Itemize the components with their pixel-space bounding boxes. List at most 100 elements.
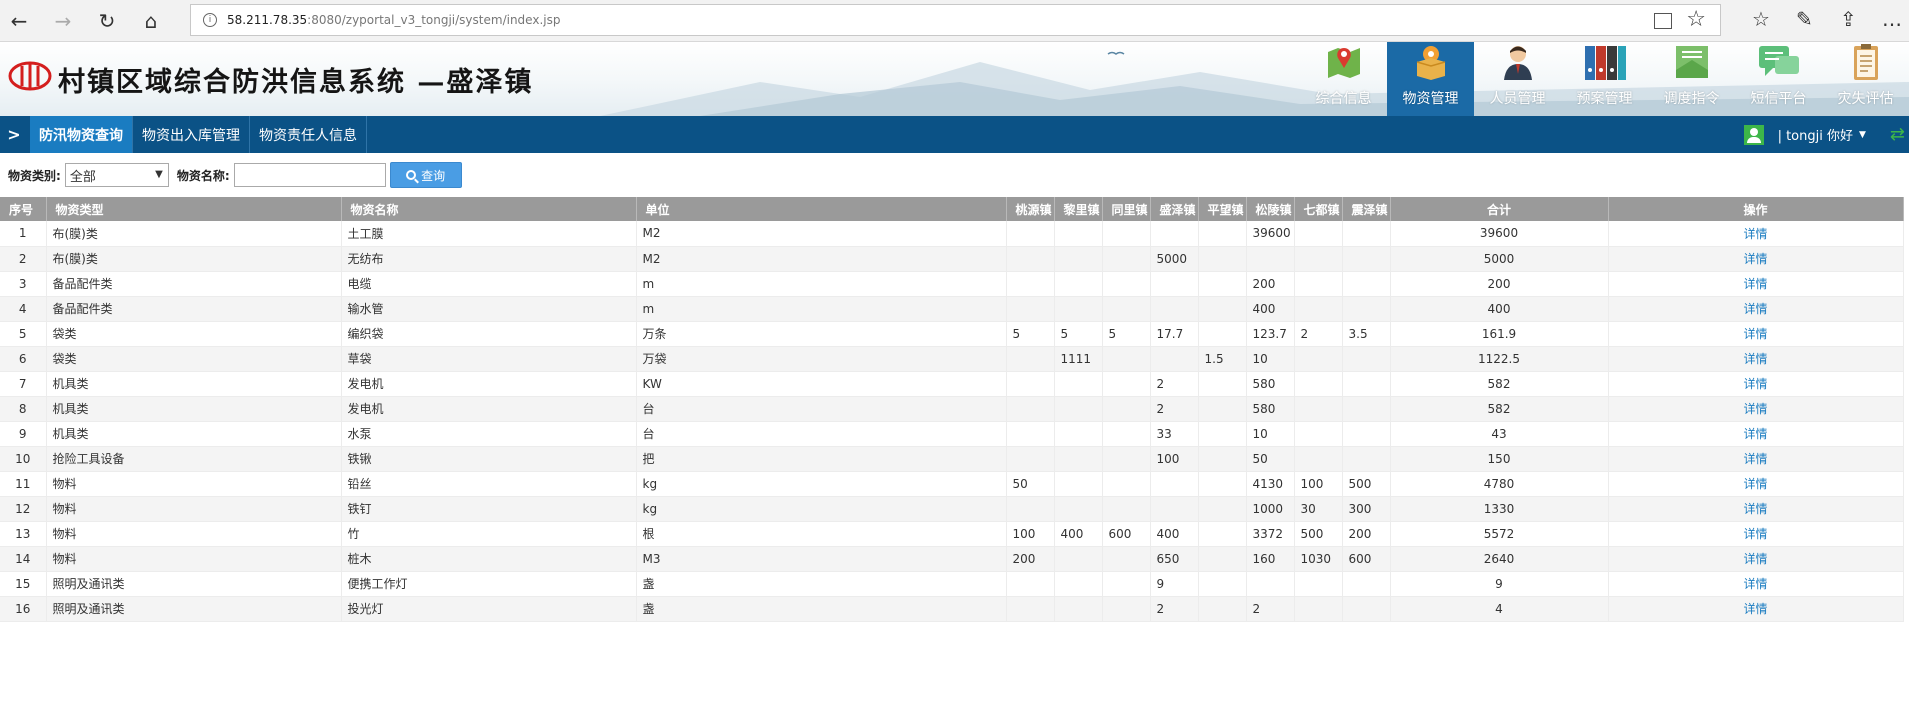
- details-link[interactable]: 详情: [1743, 327, 1767, 341]
- table-cell: [1198, 321, 1247, 347]
- table-cell: [1102, 421, 1151, 447]
- table-row: 4 备品配件类 输水管 m 400 400 详情: [0, 296, 1904, 322]
- table-cell: 详情: [1608, 296, 1904, 322]
- table-cell: 50: [1246, 446, 1295, 472]
- table-cell: [1198, 221, 1247, 247]
- table-cell: [1150, 471, 1199, 497]
- details-link[interactable]: 详情: [1743, 527, 1767, 541]
- table-cell: 50: [1006, 471, 1055, 497]
- table-cell: [1006, 596, 1055, 622]
- chevron-down-icon: ▼: [155, 169, 163, 180]
- table-cell: 2: [1150, 396, 1199, 422]
- table-cell: 万袋: [636, 346, 1007, 372]
- tab-responsible-persons[interactable]: 物资责任人信息: [250, 116, 367, 153]
- table-cell: 物料: [46, 496, 342, 522]
- table-cell: 200: [1342, 521, 1391, 547]
- table-cell: 盏: [636, 571, 1007, 597]
- table-cell: [1294, 371, 1343, 397]
- details-link[interactable]: 详情: [1743, 477, 1767, 491]
- table-cell: [1294, 246, 1343, 272]
- back-icon[interactable]: ←: [6, 8, 32, 34]
- table-cell: [1198, 271, 1247, 297]
- module-sms[interactable]: 短信平台: [1735, 42, 1822, 116]
- details-link[interactable]: 详情: [1743, 277, 1767, 291]
- module-personnel[interactable]: 人员管理: [1474, 42, 1561, 116]
- table-cell: [1198, 246, 1247, 272]
- details-link[interactable]: 详情: [1743, 377, 1767, 391]
- table-cell: [1006, 571, 1055, 597]
- table-cell: 详情: [1608, 571, 1904, 597]
- module-supplies[interactable]: 物资管理: [1387, 42, 1474, 116]
- details-link[interactable]: 详情: [1743, 227, 1767, 241]
- module-dispatch[interactable]: 调度指令: [1648, 42, 1735, 116]
- table-cell: 把: [636, 446, 1007, 472]
- map-pin-icon: [1322, 42, 1366, 82]
- table-cell: [1006, 421, 1055, 447]
- column-header: 七都镇: [1294, 197, 1343, 221]
- collapse-arrow-icon[interactable]: >: [0, 116, 28, 153]
- user-menu-caret-icon[interactable]: ▼: [1859, 130, 1866, 140]
- table-cell: 3372: [1246, 521, 1295, 547]
- table-cell: [1294, 446, 1343, 472]
- details-link[interactable]: 详情: [1743, 252, 1767, 266]
- details-link[interactable]: 详情: [1743, 302, 1767, 316]
- module-loss-assessment[interactable]: 灾失评估: [1822, 42, 1909, 116]
- details-link[interactable]: 详情: [1743, 402, 1767, 416]
- table-cell: 17.7: [1150, 321, 1199, 347]
- table-cell: 物料: [46, 471, 342, 497]
- table-cell: [1102, 596, 1151, 622]
- more-icon[interactable]: …: [1882, 7, 1902, 31]
- details-link[interactable]: 详情: [1743, 502, 1767, 516]
- forward-icon[interactable]: →: [50, 8, 76, 34]
- table-cell: 铁钉: [341, 496, 637, 522]
- favorites-list-icon[interactable]: ☆: [1752, 7, 1770, 31]
- refresh-icon[interactable]: ↻: [94, 8, 120, 34]
- table-header-row: 序号 物资类型 物资名称 单位 桃源镇 黎里镇 同里镇 盛泽镇 平望镇 松陵镇 七都镇 震泽镇 合计 操作: [0, 197, 1904, 221]
- info-icon[interactable]: i: [203, 13, 217, 27]
- table-cell: 10: [1246, 346, 1295, 372]
- details-link[interactable]: 详情: [1743, 577, 1767, 591]
- sub-tabs: 防汛物资查询 物资出入库管理 物资责任人信息: [30, 116, 367, 153]
- user-greeting[interactable]: | tongji 你好: [1778, 125, 1853, 144]
- column-header: 同里镇: [1102, 197, 1151, 221]
- envelope-icon: [1670, 42, 1714, 82]
- tab-supply-query[interactable]: 防汛物资查询: [30, 116, 133, 153]
- details-link[interactable]: 详情: [1743, 352, 1767, 366]
- pen-icon[interactable]: ✎: [1796, 7, 1813, 31]
- table-cell: 5000: [1390, 246, 1609, 272]
- table-row: 1 布(膜)类 土工膜 M2 39600 39600 详情: [0, 221, 1904, 247]
- module-general-info[interactable]: 综合信息: [1300, 42, 1387, 116]
- table-cell: 1: [0, 221, 47, 247]
- column-header: 物资名称: [341, 197, 637, 221]
- address-bar[interactable]: i 58.211.78.35:8080/zyportal_v3_tongji/s…: [190, 4, 1721, 36]
- details-link[interactable]: 详情: [1743, 602, 1767, 616]
- sync-icon[interactable]: ⇄: [1890, 124, 1905, 145]
- table-cell: 14: [0, 546, 47, 572]
- category-select[interactable]: 全部 ▼: [64, 163, 169, 187]
- table-cell: 200: [1246, 271, 1295, 297]
- details-link[interactable]: 详情: [1743, 427, 1767, 441]
- details-link[interactable]: 详情: [1743, 452, 1767, 466]
- table-cell: 照明及通讯类: [46, 596, 342, 622]
- table-cell: 详情: [1608, 521, 1904, 547]
- tab-stock-in-out[interactable]: 物资出入库管理: [133, 116, 250, 153]
- home-icon[interactable]: ⌂: [138, 8, 164, 34]
- table-cell: 100: [1294, 471, 1343, 497]
- query-button[interactable]: 查询: [389, 162, 462, 188]
- table-cell: [1150, 346, 1199, 372]
- table-cell: 布(膜)类: [46, 246, 342, 272]
- table-cell: 物料: [46, 546, 342, 572]
- table-cell: [1150, 271, 1199, 297]
- table-cell: [1150, 221, 1199, 247]
- reading-view-icon[interactable]: [1654, 13, 1672, 29]
- table-cell: M2: [636, 246, 1007, 272]
- module-plans[interactable]: 预案管理: [1561, 42, 1648, 116]
- table-cell: 布(膜)类: [46, 221, 342, 247]
- table-cell: [1198, 371, 1247, 397]
- supplies-box-icon: [1409, 42, 1453, 82]
- table-cell: [1342, 571, 1391, 597]
- share-icon[interactable]: ⇪: [1840, 7, 1857, 31]
- details-link[interactable]: 详情: [1743, 552, 1767, 566]
- favorite-star-icon[interactable]: ☆: [1686, 7, 1706, 32]
- name-input[interactable]: [233, 163, 386, 187]
